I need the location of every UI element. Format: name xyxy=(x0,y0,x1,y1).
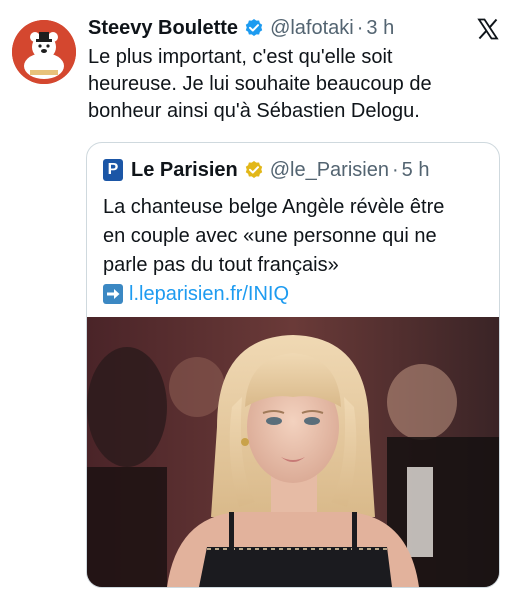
header-separator: · xyxy=(356,17,364,39)
tweet-timestamp[interactable]: 3 h xyxy=(366,14,394,42)
gold-verified-badge-icon xyxy=(244,160,264,180)
tweet-text-line: bonheur ainsi qu'à Sébastien Delogu. xyxy=(88,100,420,122)
article-photo[interactable] xyxy=(87,317,499,587)
photo-illustration xyxy=(87,317,499,587)
tweet-text-line: heureuse. Je lui souhaite beaucoup de xyxy=(88,73,432,95)
quoted-header-separator: · xyxy=(391,159,399,181)
quoted-text-line: parle pas du tout français» xyxy=(103,254,339,276)
right-arrow-emoji-icon xyxy=(103,284,123,304)
x-logo-icon[interactable] xyxy=(477,18,499,40)
tweet-text-line: Le plus important, c'est qu'elle soit xyxy=(88,46,393,68)
quoted-text-line: en couple avec «une personne qui ne xyxy=(103,225,437,247)
avatar-illustration xyxy=(12,20,76,84)
quoted-timestamp[interactable]: 5 h xyxy=(402,157,430,183)
le-parisien-logo[interactable]: P xyxy=(103,159,123,181)
tweet-header: Steevy Boulette @lafotaki · 3 h xyxy=(88,14,394,42)
verified-badge-icon xyxy=(244,18,264,38)
article-link[interactable]: l.leparisien.fr/INIQ xyxy=(129,281,289,307)
quoted-author-handle[interactable]: @le_Parisien xyxy=(270,157,389,183)
tweet-card: Steevy Boulette @lafotaki · 3 h Le plus … xyxy=(0,0,513,590)
quoted-tweet-text: La chanteuse belge Angèle révèle être en… xyxy=(103,193,483,280)
quoted-text-line: La chanteuse belge Angèle révèle être xyxy=(103,196,445,218)
author-avatar[interactable] xyxy=(12,20,76,84)
quoted-author-name[interactable]: Le Parisien xyxy=(131,157,238,183)
quoted-tweet-card[interactable]: P Le Parisien @le_Parisien · 5 h La chan… xyxy=(86,142,500,588)
quoted-tweet-header: P Le Parisien @le_Parisien · 5 h xyxy=(103,157,429,183)
author-handle[interactable]: @lafotaki xyxy=(270,14,354,42)
quoted-link-row: l.leparisien.fr/INIQ xyxy=(103,281,289,307)
author-name[interactable]: Steevy Boulette xyxy=(88,14,238,42)
tweet-text: Le plus important, c'est qu'elle soit he… xyxy=(88,44,498,125)
